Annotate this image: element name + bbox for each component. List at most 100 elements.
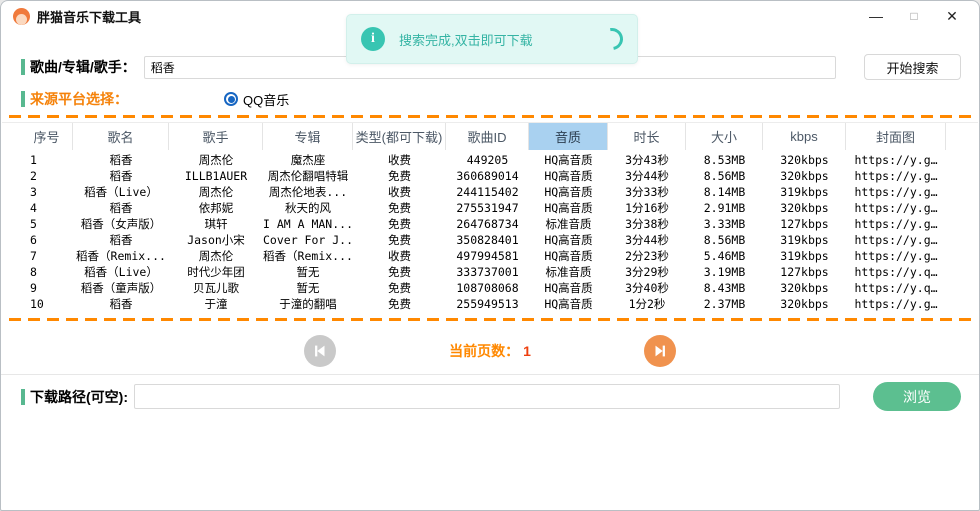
column-header-9[interactable]: 大小 <box>686 123 763 150</box>
table-cell: 320kbps <box>763 296 846 312</box>
table-cell: 收费 <box>353 184 446 200</box>
table-cell: 6 <box>21 232 73 248</box>
table-cell: HQ高音质 <box>529 280 608 296</box>
column-header-4[interactable]: 专辑 <box>263 123 353 150</box>
platform-row: 来源平台选择： QQ音乐 <box>21 89 289 109</box>
table-cell: 10 <box>21 296 73 312</box>
table-cell: https://y.g… <box>846 152 946 168</box>
search-label-wrap: 歌曲/专辑/歌手： <box>21 57 136 77</box>
table-cell: 319kbps <box>763 232 846 248</box>
table-row[interactable]: 9稻香（童声版）贝瓦儿歌暂无免费108708068HQ高音质3分40秒8.43M… <box>21 280 978 296</box>
table-cell: 稻香（童声版） <box>73 280 169 296</box>
table-cell: HQ高音质 <box>529 248 608 264</box>
table-cell: https://y.g… <box>846 168 946 184</box>
table-cell: 魔杰座 <box>263 152 353 168</box>
table-cell: 免费 <box>353 264 446 280</box>
maximize-button[interactable]: □ <box>895 3 933 29</box>
table-cell: https://y.q… <box>846 264 946 280</box>
table-cell: 周杰伦 <box>169 152 263 168</box>
table-cell: 3分33秒 <box>608 184 686 200</box>
table-row[interactable]: 1稻香周杰伦魔杰座收费449205HQ高音质3分43秒8.53MB320kbps… <box>21 152 978 168</box>
table-cell: 5.46MB <box>686 248 763 264</box>
column-header-10[interactable]: kbps <box>763 123 846 150</box>
window-title: 胖猫音乐下载工具 <box>37 7 141 26</box>
page-label-text: 当前页数： <box>449 343 519 359</box>
table-cell: 于潼 <box>169 296 263 312</box>
table-cell: 9 <box>21 280 73 296</box>
prev-page-button[interactable] <box>304 335 336 367</box>
table-cell: 稻香 <box>73 232 169 248</box>
table-cell: 稻香 <box>73 168 169 184</box>
page-number: 1 <box>523 343 531 359</box>
table-cell: 8.56MB <box>686 232 763 248</box>
dashed-separator-bottom <box>9 318 971 321</box>
column-header-7[interactable]: 音质 <box>529 123 608 150</box>
table-cell: 依邦妮 <box>169 200 263 216</box>
table-cell: 8.56MB <box>686 168 763 184</box>
column-header-3[interactable]: 歌手 <box>169 123 263 150</box>
table-cell: 稻香（Remix... <box>263 248 353 264</box>
start-search-button[interactable]: 开始搜索 <box>864 54 961 80</box>
download-path-label: 下载路径(可空): <box>30 387 128 407</box>
radio-qq-music[interactable] <box>224 92 238 106</box>
table-cell: 4 <box>21 200 73 216</box>
table-row[interactable]: 6稻香Jason小宋Cover For J...免费350828401HQ高音质… <box>21 232 978 248</box>
table-row[interactable]: 10稻香于潼于潼的翻唱免费255949513HQ高音质1分2秒2.37MB320… <box>21 296 978 312</box>
table-cell: 稻香（女声版） <box>73 216 169 232</box>
table-cell: 319kbps <box>763 184 846 200</box>
table-cell: HQ高音质 <box>529 168 608 184</box>
accent-bar <box>21 91 25 107</box>
toast-message: 搜索完成,双击即可下载 <box>399 30 533 49</box>
table-cell: HQ高音质 <box>529 184 608 200</box>
search-label: 歌曲/专辑/歌手： <box>30 57 136 77</box>
table-cell: 108708068 <box>446 280 529 296</box>
table-cell: 3分43秒 <box>608 152 686 168</box>
column-header-8[interactable]: 时长 <box>608 123 686 150</box>
table-cell: 贝瓦儿歌 <box>169 280 263 296</box>
radio-qq-music-label: QQ音乐 <box>243 90 289 109</box>
column-header-5[interactable]: 类型(都可下载) <box>353 123 446 150</box>
table-row[interactable]: 8稻香（Live）时代少年团暂无免费333737001标准音质3分29秒3.19… <box>21 264 978 280</box>
table-cell: 2分23秒 <box>608 248 686 264</box>
table-cell: 3分38秒 <box>608 216 686 232</box>
table-cell: 免费 <box>353 168 446 184</box>
browse-button[interactable]: 浏览 <box>873 382 961 411</box>
table-cell: 免费 <box>353 296 446 312</box>
table-cell: https://y.g… <box>846 184 946 200</box>
dashed-separator-top <box>9 115 971 118</box>
table-row[interactable]: 2稻香ILLB1AUER周杰伦翻唱特辑免费360689014HQ高音质3分44秒… <box>21 168 978 184</box>
close-button[interactable]: ✕ <box>933 3 971 29</box>
table-cell: 暂无 <box>263 264 353 280</box>
results-table: 序号歌名歌手专辑类型(都可下载)歌曲ID音质时长大小kbps封面图 1稻香周杰伦… <box>2 122 978 312</box>
table-cell: HQ高音质 <box>529 296 608 312</box>
path-label-wrap: 下载路径(可空): <box>21 387 128 407</box>
minimize-button[interactable]: — <box>857 3 895 29</box>
table-cell: 1分16秒 <box>608 200 686 216</box>
table-cell: HQ高音质 <box>529 152 608 168</box>
column-header-6[interactable]: 歌曲ID <box>446 123 529 150</box>
table-cell: 320kbps <box>763 280 846 296</box>
table-row[interactable]: 7稻香（Remix...周杰伦稻香（Remix...收费497994581HQ高… <box>21 248 978 264</box>
toast-notification: i 搜索完成,双击即可下载 <box>346 14 638 64</box>
platform-label-wrap: 来源平台选择： <box>21 89 128 109</box>
table-cell: 2.91MB <box>686 200 763 216</box>
column-header-11[interactable]: 封面图 <box>846 123 946 150</box>
table-row[interactable]: 5稻香（女声版）琪轩I AM A MAN...免费264768734标准音质3分… <box>21 216 978 232</box>
next-page-button[interactable] <box>644 335 676 367</box>
download-path-input[interactable] <box>134 384 840 409</box>
download-path-row: 下载路径(可空): 浏览 <box>21 382 961 411</box>
table-header-row: 序号歌名歌手专辑类型(都可下载)歌曲ID音质时长大小kbps封面图 <box>21 123 978 150</box>
table-cell: 350828401 <box>446 232 529 248</box>
table-cell: 320kbps <box>763 152 846 168</box>
table-cell: 周杰伦翻唱特辑 <box>263 168 353 184</box>
table-cell: I AM A MAN... <box>263 216 353 232</box>
column-header-2[interactable]: 歌名 <box>73 123 169 150</box>
app-icon <box>13 8 30 25</box>
table-cell: 333737001 <box>446 264 529 280</box>
table-row[interactable]: 4稻香依邦妮秋天的风免费275531947HQ高音质1分16秒2.91MB320… <box>21 200 978 216</box>
radio-dot <box>228 96 235 103</box>
table-cell: 稻香（Remix... <box>73 248 169 264</box>
column-header-1[interactable]: 序号 <box>21 123 73 150</box>
platform-options: QQ音乐 <box>224 90 289 109</box>
table-row[interactable]: 3稻香（Live）周杰伦周杰伦地表...收费244115402HQ高音质3分33… <box>21 184 978 200</box>
